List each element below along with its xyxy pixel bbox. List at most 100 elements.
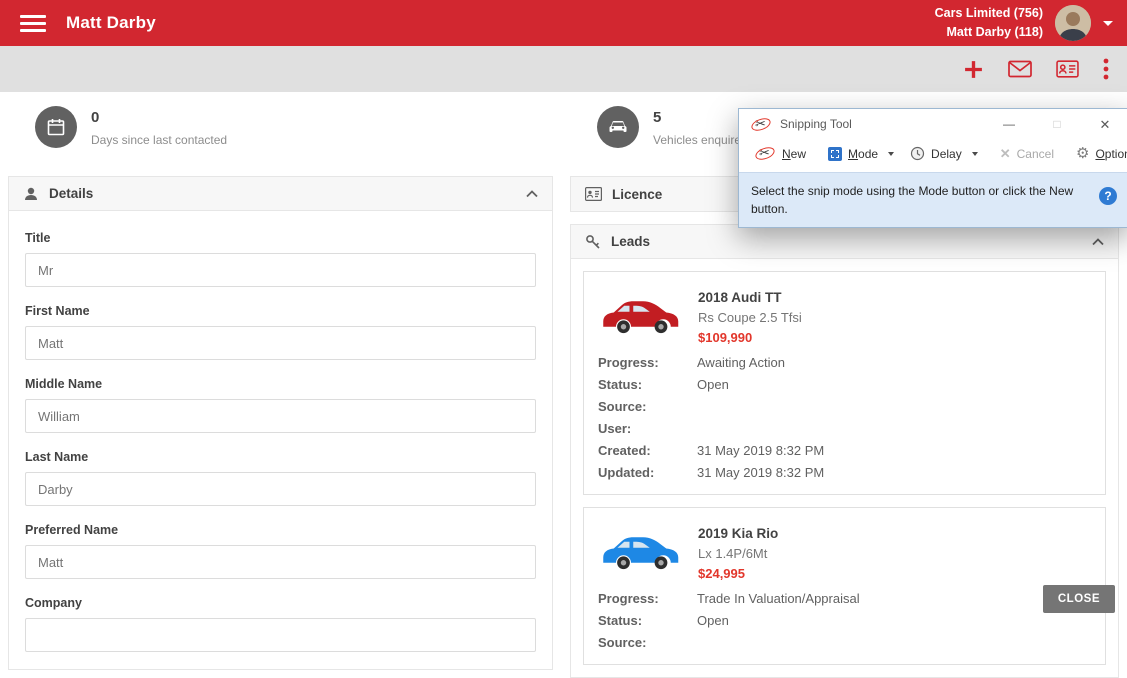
- details-panel: Details Title First Name Middle Name: [8, 176, 553, 670]
- detail-label: Created:: [598, 443, 651, 458]
- lead-detail-row: Source:: [598, 399, 1091, 414]
- avatar[interactable]: [1055, 5, 1091, 41]
- detail-label: Source:: [598, 399, 647, 414]
- details-panel-header[interactable]: Details: [9, 177, 552, 211]
- leads-panel: Leads 2018 Audi TT Rs Coupe 2.5 Tfsi $10…: [570, 224, 1119, 678]
- field-label: Company: [25, 596, 82, 610]
- contact-card-icon[interactable]: [1056, 60, 1079, 78]
- chevron-up-icon[interactable]: [1092, 237, 1104, 246]
- gear-icon: ⚙: [1076, 145, 1090, 162]
- detail-label: Updated:: [598, 465, 655, 480]
- field-label: Title: [25, 231, 51, 245]
- dropdown-arrow-icon: [888, 151, 895, 156]
- lead-detail-row: Created: 31 May 2019 8:32 PM: [598, 443, 1091, 458]
- lead-detail-row: Status: Open: [598, 613, 1091, 628]
- snip-info-bar: Select the snip mode using the Mode butt…: [739, 172, 1127, 227]
- form-field: Middle Name: [25, 377, 536, 433]
- mode-button[interactable]: Mode: [820, 142, 902, 166]
- options-button[interactable]: ⚙ Options: [1068, 141, 1127, 166]
- close-window-button[interactable]: ✕: [1095, 118, 1115, 131]
- field-label: Preferred Name: [25, 523, 119, 537]
- cancel-x-icon: ✕: [999, 146, 1011, 161]
- cancel-label: Cancel: [1016, 146, 1054, 161]
- detail-label: User:: [598, 421, 632, 436]
- snip-toolbar: ✂ New Mode Delay ✕ Cancel ⚙ Options: [739, 139, 1127, 172]
- lead-detail-row: User:: [598, 421, 1091, 436]
- clock-icon: [910, 146, 925, 161]
- detail-label: Status:: [598, 613, 643, 628]
- lead-price: $24,995: [698, 566, 745, 581]
- snip-window-title: Snipping Tool: [780, 117, 852, 131]
- lead-detail-row: Updated: 31 May 2019 8:32 PM: [598, 465, 1091, 480]
- lead-vehicle-variant: Rs Coupe 2.5 Tfsi: [698, 310, 802, 325]
- detail-value: 31 May 2019 8:32 PM: [697, 443, 825, 458]
- add-icon[interactable]: [963, 59, 984, 80]
- detail-label: Progress:: [598, 591, 659, 606]
- chevron-down-icon[interactable]: [1103, 20, 1113, 26]
- stat-value: 0: [91, 109, 100, 126]
- snip-info-text: Select the snip mode using the Mode butt…: [751, 184, 1074, 216]
- title-input[interactable]: [25, 253, 536, 287]
- lead-vehicle-variant: Lx 1.4P/6Mt: [698, 546, 768, 561]
- form-field: Last Name: [25, 450, 536, 506]
- action-toolbar: [0, 46, 1127, 92]
- calendar-icon: [35, 106, 77, 148]
- lead-vehicle-name: 2019 Kia Rio: [698, 526, 779, 541]
- page-title: Matt Darby: [66, 13, 156, 32]
- cancel-button[interactable]: ✕ Cancel: [992, 142, 1062, 166]
- account-name: Cars Limited (756): [934, 6, 1043, 21]
- lead-card[interactable]: 2019 Kia Rio Lx 1.4P/6Mt $24,995 Progres…: [583, 507, 1106, 665]
- stat-label: Vehicles enquired: [653, 133, 748, 147]
- company-input[interactable]: [25, 618, 536, 652]
- close-button[interactable]: CLOSE: [1042, 585, 1115, 613]
- scissors-icon: ✂: [753, 144, 777, 163]
- lead-vehicle-name: 2018 Audi TT: [698, 290, 782, 305]
- delay-button[interactable]: Delay: [902, 141, 986, 166]
- more-menu-icon[interactable]: [1103, 58, 1109, 80]
- form-field: First Name: [25, 304, 536, 360]
- first-name-input[interactable]: [25, 326, 536, 360]
- scissors-icon: ✂: [749, 115, 773, 133]
- lead-detail-row: Progress: Awaiting Action: [598, 355, 1091, 370]
- field-label: Middle Name: [25, 377, 103, 391]
- chevron-up-icon[interactable]: [526, 189, 538, 198]
- lead-card[interactable]: 2018 Audi TT Rs Coupe 2.5 Tfsi $109,990 …: [583, 271, 1106, 495]
- key-icon: [586, 234, 600, 249]
- detail-value: Awaiting Action: [697, 355, 785, 370]
- app-header: Matt Darby Cars Limited (756) Matt Darby…: [0, 0, 1127, 46]
- detail-label: Status:: [598, 377, 643, 392]
- delay-label: Delay: [931, 146, 962, 161]
- menu-icon[interactable]: [20, 14, 46, 32]
- detail-value: 31 May 2019 8:32 PM: [697, 465, 825, 480]
- options-label: Options: [1095, 146, 1127, 161]
- detail-value: Trade In Valuation/Appraisal: [697, 591, 860, 606]
- stat-value: 5: [653, 109, 662, 126]
- middle-name-input[interactable]: [25, 399, 536, 433]
- leads-panel-header[interactable]: Leads: [571, 225, 1118, 259]
- minimize-button[interactable]: —: [999, 118, 1019, 130]
- user-name: Matt Darby (118): [946, 25, 1043, 39]
- lead-detail-row: Progress: Trade In Valuation/Appraisal: [598, 591, 1091, 606]
- mode-icon: [828, 146, 843, 161]
- vehicle-image: [603, 537, 679, 570]
- form-field: Preferred Name: [25, 523, 536, 579]
- panel-title: Details: [49, 186, 94, 201]
- panel-title: Licence: [612, 186, 663, 202]
- detail-label: Progress:: [598, 355, 659, 370]
- stat-label: Days since last contacted: [91, 133, 228, 147]
- snip-titlebar[interactable]: ✂ Snipping Tool — □ ✕: [739, 109, 1127, 139]
- help-icon[interactable]: ?: [1099, 187, 1117, 205]
- new-snip-button[interactable]: ✂ New: [747, 141, 814, 166]
- stat-vehicles-enquired: 5 Vehicles enquired: [597, 106, 748, 148]
- detail-value: Open: [697, 613, 729, 628]
- snipping-tool-window: ✂ Snipping Tool — □ ✕ ✂ New Mode Delay ✕…: [738, 108, 1127, 228]
- id-card-icon: [585, 187, 602, 201]
- detail-label: Source:: [598, 635, 647, 650]
- maximize-button[interactable]: □: [1047, 118, 1067, 130]
- person-icon: [25, 187, 37, 200]
- last-name-input[interactable]: [25, 472, 536, 506]
- mode-label: Mode: [848, 146, 879, 161]
- preferred-name-input[interactable]: [25, 545, 536, 579]
- account-info: Cars Limited (756) Matt Darby (118): [935, 4, 1043, 42]
- mail-icon[interactable]: [1008, 60, 1032, 78]
